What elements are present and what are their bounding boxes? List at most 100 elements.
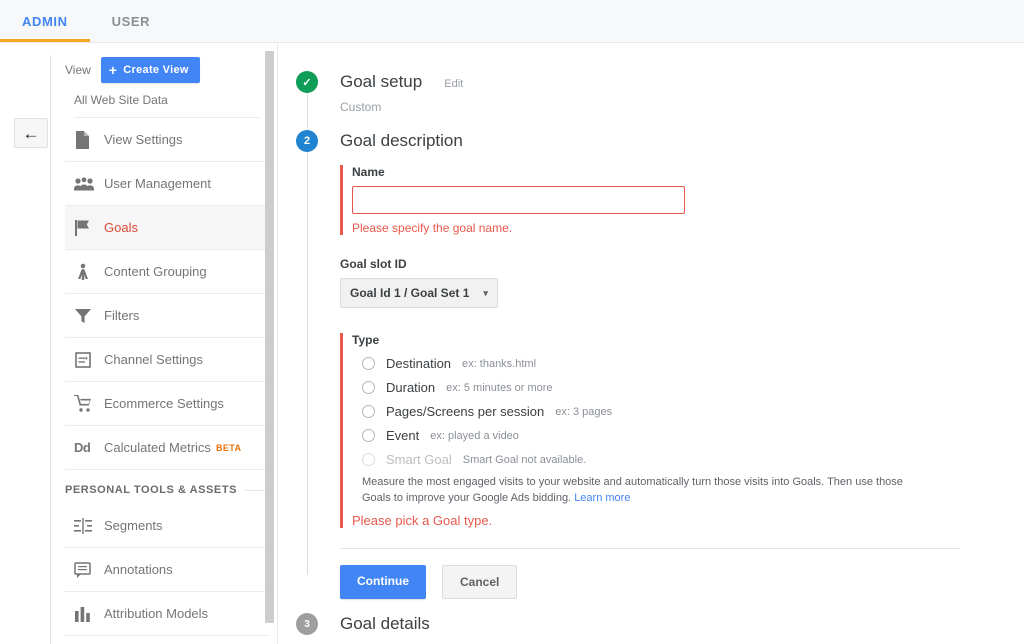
radio-example: ex: thanks.html: [462, 357, 537, 370]
step1-status-icon: ✓: [296, 71, 318, 93]
sidebar-item-view-settings[interactable]: View Settings: [65, 118, 269, 162]
sidebar-item-filters[interactable]: Filters: [65, 294, 269, 338]
sidebar-item-label: Annotations: [104, 562, 173, 577]
step3-title: Goal details: [340, 614, 430, 633]
radio-icon[interactable]: [362, 405, 375, 418]
sidebar-item-channel-settings[interactable]: Channel Settings: [65, 338, 269, 382]
check-icon: ✓: [302, 76, 312, 89]
sidebar-item-content-grouping[interactable]: Content Grouping: [65, 250, 269, 294]
sidebar-item-label: Channel Settings: [104, 352, 204, 367]
sidebar-item-label: Ecommerce Settings: [104, 396, 224, 411]
step2-status-icon: 2: [296, 130, 318, 152]
radio-option-event[interactable]: Event ex: played a video: [352, 428, 1024, 443]
goal-type-label: Type: [352, 333, 380, 347]
smart-goal-description-text: Measure the most engaged visits to your …: [362, 476, 903, 504]
radio-icon[interactable]: [362, 381, 375, 394]
sidebar-item-goals[interactable]: Goals: [65, 206, 269, 250]
segments-icon: [74, 517, 104, 534]
radio-icon[interactable]: [362, 429, 375, 442]
create-view-button[interactable]: + Create View: [100, 57, 200, 83]
tab-user-label: USER: [111, 13, 151, 29]
document-icon: [74, 130, 104, 149]
smart-goal-description: Measure the most engaged visits to your …: [352, 474, 932, 506]
radio-example: ex: 3 pages: [555, 405, 613, 418]
goal-slot-select[interactable]: Goal Id 1 / Goal Set 1 ▾: [340, 278, 498, 308]
sidebar-item-attribution-models[interactable]: Attribution Models: [65, 592, 269, 636]
radio-example: ex: played a video: [430, 429, 519, 442]
step3-number: 3: [304, 618, 310, 630]
left-rail: ←: [0, 43, 56, 644]
sidebar-item-annotations[interactable]: Annotations: [65, 548, 269, 592]
radio-icon[interactable]: [362, 357, 375, 370]
radio-example: Smart Goal not available.: [462, 453, 587, 466]
flag-icon: [74, 219, 104, 237]
funnel-icon: [74, 307, 104, 325]
goal-name-input[interactable]: [352, 186, 685, 214]
step1-title: Goal setup: [340, 72, 423, 91]
sidebar-item-label: Goals: [104, 220, 138, 235]
name-field-label: Name: [352, 165, 385, 179]
sidebar-item-label: Content Grouping: [104, 264, 207, 279]
radio-label: Pages/Screens per session: [386, 404, 545, 419]
radio-label: Event: [386, 428, 420, 443]
view-name: All Web Site Data: [74, 83, 260, 118]
channel-settings-icon: [74, 351, 104, 369]
step2-number: 2: [303, 135, 311, 147]
step3-title-row: Goal details: [340, 613, 1024, 635]
radio-icon: [362, 453, 375, 466]
radio-label: Destination: [386, 356, 452, 371]
wizard-button-row: Continue Cancel: [340, 565, 1024, 599]
tab-user[interactable]: USER: [90, 0, 173, 42]
dd-icon: Dd: [74, 440, 91, 455]
tab-admin-label: ADMIN: [22, 13, 68, 29]
plus-icon: +: [108, 62, 118, 78]
sidebar-item-label: Segments: [104, 518, 163, 533]
view-name-wrapper: All Web Site Data: [56, 83, 278, 118]
radio-option-pages-per-session[interactable]: Pages/Screens per session ex: 3 pages: [352, 404, 1024, 419]
step2-title: Goal description: [340, 131, 463, 150]
back-arrow-icon: ←: [22, 123, 40, 143]
section-header-personal-tools: PERSONAL TOOLS & ASSETS: [65, 470, 269, 504]
annotations-icon: [74, 561, 104, 578]
step-goal-description: 2 Goal description Name Please specify t…: [296, 130, 1024, 599]
name-field-group: Name Please specify the goal name.: [340, 165, 1024, 235]
back-arrow-button[interactable]: ←: [14, 118, 48, 148]
rail-divider: [50, 55, 51, 644]
tab-admin[interactable]: ADMIN: [0, 0, 90, 42]
sidebar-item-segments[interactable]: Segments: [65, 504, 269, 548]
continue-button[interactable]: Continue: [340, 565, 426, 599]
chevron-down-icon: ▾: [483, 287, 488, 298]
radio-label: Smart Goal: [386, 452, 452, 467]
step-goal-details: 3 Goal details: [296, 613, 1024, 635]
sidebar-item-label: Filters: [104, 308, 140, 323]
radio-option-smart-goal: Smart Goal Smart Goal not available.: [352, 452, 1024, 467]
goal-slot-label: Goal slot ID: [340, 257, 407, 271]
admin-sidebar: View + Create View All Web Site Data Vie…: [56, 43, 278, 644]
goal-type-error: Please pick a Goal type.: [352, 513, 493, 528]
edit-link[interactable]: Edit: [444, 73, 463, 95]
form-divider: [340, 548, 960, 549]
cart-icon: [74, 394, 104, 413]
step2-connector: [307, 152, 308, 575]
learn-more-link[interactable]: Learn more: [574, 492, 630, 504]
sidebar-item-calculated-metrics[interactable]: Dd Calculated Metrics BETA: [65, 426, 269, 470]
radio-label: Duration: [386, 380, 436, 395]
goal-wizard-panel: ✓ Goal setup Edit Custom 2 Goal descript…: [278, 43, 1024, 644]
people-icon: [74, 176, 104, 191]
bar-chart-icon: [74, 606, 104, 622]
content-grouping-icon: [74, 263, 104, 281]
radio-option-duration[interactable]: Duration ex: 5 minutes or more: [352, 380, 1024, 395]
radio-option-destination[interactable]: Destination ex: thanks.html: [352, 356, 1024, 371]
sidebar-item-ecommerce-settings[interactable]: Ecommerce Settings: [65, 382, 269, 426]
sidebar-item-label: Attribution Models: [104, 606, 209, 621]
top-tab-bar: ADMIN USER: [0, 0, 1024, 43]
step1-title-row: Goal setup Edit: [340, 71, 1024, 95]
sidebar-scrollbar[interactable]: [265, 51, 274, 623]
sidebar-item-label: Calculated Metrics: [104, 440, 211, 455]
view-header-row: View + Create View: [56, 43, 278, 83]
step1-subtitle: Custom: [340, 100, 382, 114]
cancel-button[interactable]: Cancel: [442, 565, 518, 599]
goal-type-group: Type Destination ex: thanks.html Duratio…: [340, 333, 1024, 528]
step3-status-icon: 3: [296, 613, 318, 635]
sidebar-item-user-management[interactable]: User Management: [65, 162, 269, 206]
